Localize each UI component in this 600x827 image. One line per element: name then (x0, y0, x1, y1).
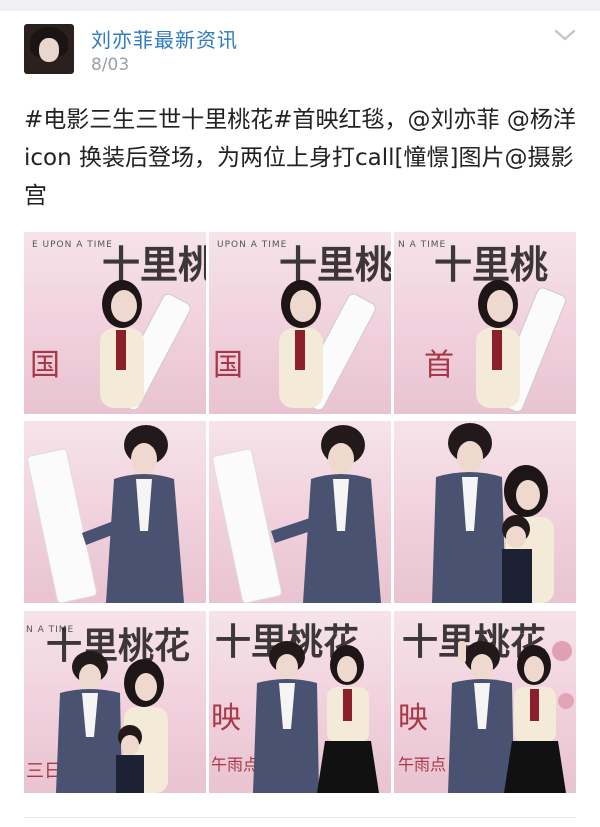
chevron-down-icon[interactable] (554, 28, 576, 42)
photo-7[interactable]: N A TIME 十里桃花 三日 (24, 611, 206, 793)
photo-4[interactable] (24, 421, 206, 603)
photo-5[interactable] (209, 421, 391, 603)
top-bar (0, 0, 600, 11)
post-header: 刘亦菲最新资讯 8/03 (0, 11, 600, 95)
photo-9[interactable]: 十里桃花 映 午雨点 (394, 611, 576, 793)
photo-8[interactable]: 十里桃花 映 午雨点 (209, 611, 391, 793)
post-date: 8/03 (91, 55, 130, 75)
avatar[interactable] (24, 24, 74, 74)
divider (24, 817, 576, 818)
photo-6[interactable] (394, 421, 576, 603)
photo-1[interactable]: E UPON A TIME 十里桃 国 (24, 232, 206, 414)
photo-3[interactable]: N A TIME 十里桃 首 (394, 232, 576, 414)
author-name[interactable]: 刘亦菲最新资讯 (91, 24, 238, 53)
post-text: #电影三生三世十里桃花#首映红毯，@刘亦菲 @杨洋icon 换装后登场，为两位上… (24, 107, 576, 209)
photo-2[interactable]: UPON A TIME 十里桃 国 (209, 232, 391, 414)
photo-grid: E UPON A TIME 十里桃 国 UPON A TIME 十里桃 国 N … (24, 232, 576, 793)
